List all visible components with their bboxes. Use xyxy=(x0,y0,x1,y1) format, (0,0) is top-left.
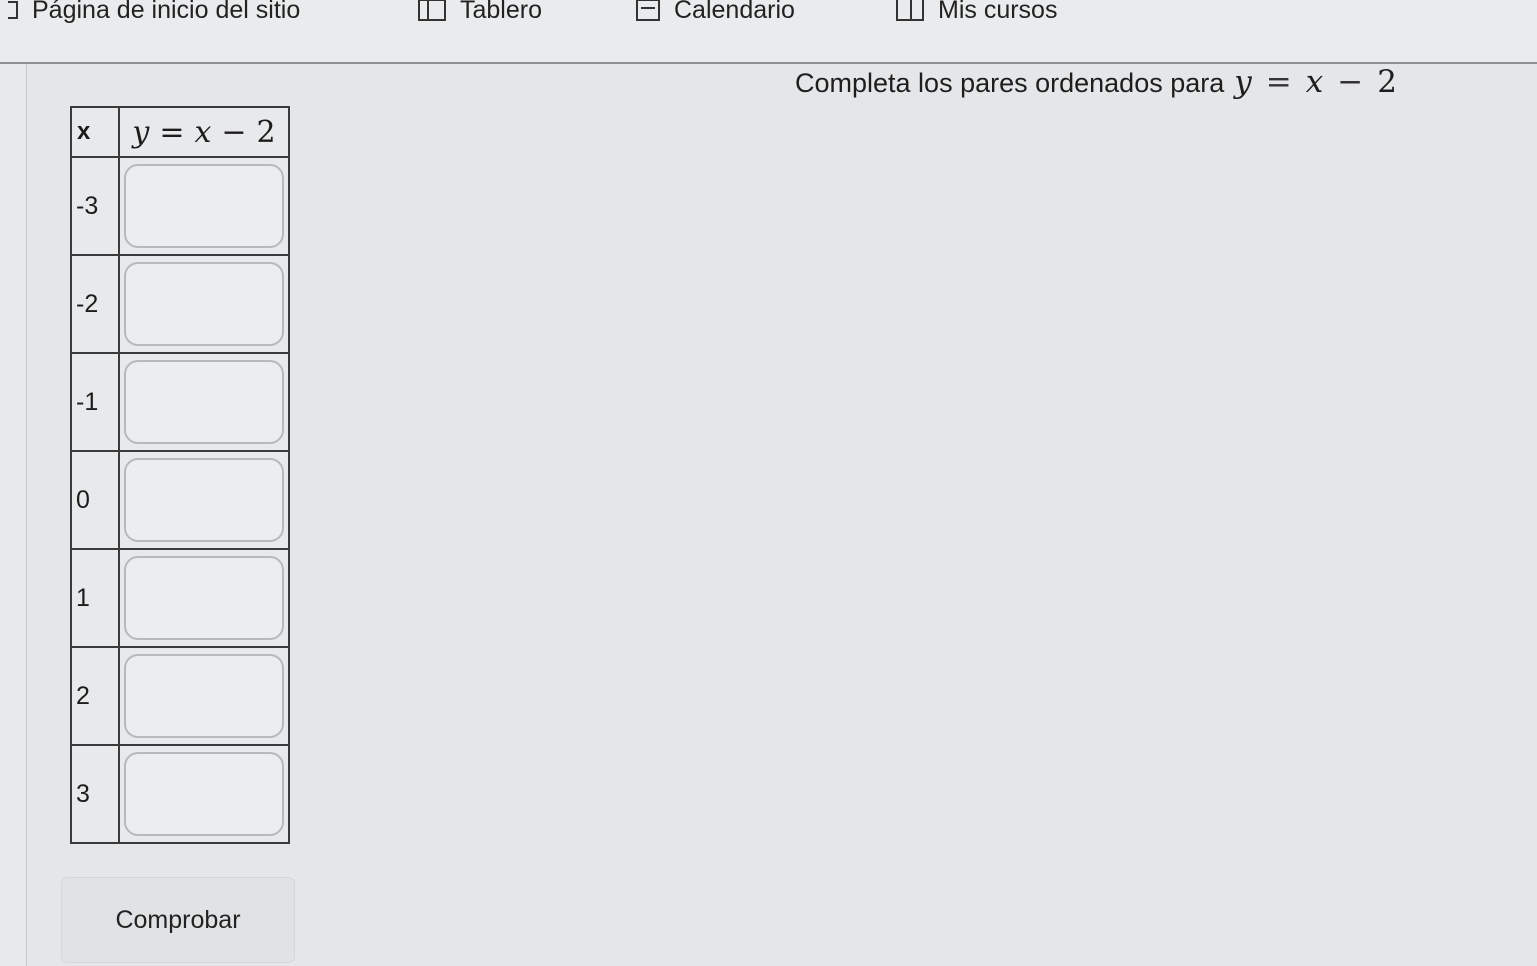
table-row: 0 xyxy=(70,450,290,550)
x-value: 3 xyxy=(70,744,120,844)
nav-home-link[interactable]: Página de inicio del sitio xyxy=(8,0,300,25)
home-icon xyxy=(8,1,18,19)
header-x: x xyxy=(70,106,120,158)
table-row: -3 xyxy=(70,156,290,256)
table-row: -1 xyxy=(70,352,290,452)
ordered-pairs-table: x y = x −2 -3 -2 -1 0 1 2 3 xyxy=(70,106,290,844)
y-answer-input[interactable] xyxy=(124,164,284,248)
book-icon xyxy=(896,0,924,21)
table-row: -2 xyxy=(70,254,290,354)
table-row: 3 xyxy=(70,744,290,844)
question-equation: y = x −2 xyxy=(1234,64,1397,100)
nav-courses-link[interactable]: Mis cursos xyxy=(896,0,1057,25)
table-row: 2 xyxy=(70,646,290,746)
question-prompt: Completa los pares ordenados para y = x −2 xyxy=(795,64,1397,100)
x-value: -3 xyxy=(70,156,120,256)
header-y-equation: y = x −2 xyxy=(118,106,290,158)
top-navigation: Página de inicio del sitio Tablero Calen… xyxy=(0,0,1537,62)
calendar-icon xyxy=(636,0,660,21)
table-row: 1 xyxy=(70,548,290,648)
nav-courses-label: Mis cursos xyxy=(938,0,1058,24)
y-answer-input[interactable] xyxy=(124,458,284,542)
nav-home-label: Página de inicio del sitio xyxy=(32,0,301,24)
nav-dashboard-label: Tablero xyxy=(460,0,542,24)
dashboard-icon xyxy=(418,0,446,21)
table-header-row: x y = x −2 xyxy=(70,106,290,158)
y-answer-input[interactable] xyxy=(124,360,284,444)
x-value: -2 xyxy=(70,254,120,354)
x-value: -1 xyxy=(70,352,120,452)
y-answer-input[interactable] xyxy=(124,556,284,640)
x-value: 0 xyxy=(70,450,120,550)
question-text: Completa los pares ordenados para xyxy=(795,68,1225,98)
x-value: 2 xyxy=(70,646,120,746)
y-answer-input[interactable] xyxy=(124,654,284,738)
x-value: 1 xyxy=(70,548,120,648)
nav-calendar-label: Calendario xyxy=(674,0,795,24)
nav-dashboard-link[interactable]: Tablero xyxy=(418,0,542,25)
y-answer-input[interactable] xyxy=(124,752,284,836)
nav-calendar-link[interactable]: Calendario xyxy=(636,0,795,25)
check-button[interactable]: Comprobar xyxy=(62,878,294,962)
y-answer-input[interactable] xyxy=(124,262,284,346)
